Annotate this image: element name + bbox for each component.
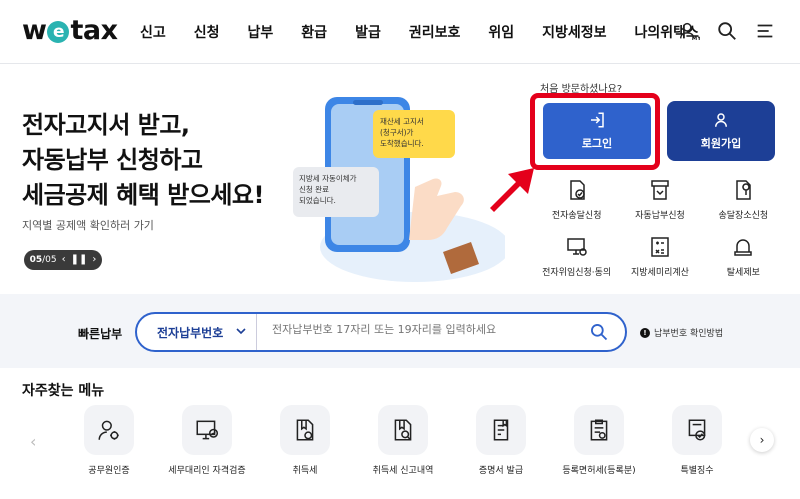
- certificate-icon: [493, 419, 509, 441]
- hero-title-line: 자동납부 신청하고: [22, 146, 203, 174]
- quick-item-label: 전자송달신청: [551, 211, 602, 221]
- hero-title-line: 전자고지서 받고,: [22, 111, 190, 139]
- frequent-menu-title: 자주찾는 메뉴: [22, 383, 105, 399]
- login-icon: [591, 112, 604, 128]
- quick-item-label: 자동납부신청: [635, 211, 685, 221]
- doc-search-icon: [394, 419, 412, 441]
- bell-icon: [734, 239, 753, 256]
- my-label: MY: [692, 36, 700, 42]
- freq-item-officer-cert[interactable]: 공무원인증: [60, 405, 158, 476]
- fast-pay-section: 빠른납부 전자납부번호 ! 납부번호 확인방법: [0, 294, 800, 368]
- payment-number-help-link[interactable]: ! 납부번호 확인방법: [640, 326, 723, 339]
- nav-item-refund[interactable]: 환급: [301, 22, 327, 42]
- monitor-check-icon: [196, 420, 219, 440]
- notice-bubble-yellow: 재산세 고지서 (청구서)가 도착했습니다.: [373, 110, 455, 158]
- chevron-down-icon: [236, 328, 246, 335]
- nav-item-issue[interactable]: 발급: [355, 22, 381, 42]
- frequent-menu-list: 공무원인증 세무대리인 자격검증 취득세 취득세 신고내역 증명서 발급 등록면…: [60, 405, 746, 476]
- carousel-prev-button[interactable]: ‹: [30, 432, 36, 451]
- special-tax-icon: [688, 419, 706, 441]
- main-nav: 신고 신청 납부 환급 발급 권리보호 위임 지방세정보 나의위택스: [140, 22, 699, 42]
- slide-counter: 05/05: [29, 255, 57, 265]
- freq-item-certificate-issue[interactable]: 증명서 발급: [452, 405, 550, 476]
- location-doc-icon: [736, 180, 752, 200]
- freq-item-registration-license-tax[interactable]: 등록면허세(등록분): [550, 405, 648, 476]
- search-icon[interactable]: [716, 20, 738, 42]
- fast-pay-label: 빠른납부: [78, 327, 123, 341]
- tax-doc-icon: [296, 419, 314, 441]
- join-label: 회원가입: [700, 137, 742, 150]
- nav-item-report[interactable]: 신고: [140, 22, 166, 42]
- payment-type-value: 전자납부번호: [157, 325, 224, 340]
- freq-item-label: 취득세 신고내역: [372, 466, 434, 476]
- slide-controls: 05/05 ‹ ❚❚ ›: [24, 250, 102, 270]
- officer-cert-icon: [98, 420, 119, 440]
- quick-item-label: 탈세제보: [726, 268, 760, 278]
- slide-prev-button[interactable]: ‹: [62, 255, 66, 265]
- quick-item-label: 전자위임신청·동의: [542, 268, 612, 278]
- freq-item-label: 등록면허세(등록분): [562, 466, 636, 476]
- quick-menu-grid: 전자송달신청 자동납부신청 송달장소신청 전자위임신청·동의 지방세미리계산 탈…: [535, 178, 785, 278]
- freq-item-special-collection[interactable]: 특별징수: [648, 405, 746, 476]
- freq-item-agent-verify[interactable]: 세무대리인 자격검증: [158, 405, 256, 476]
- search-icon[interactable]: [589, 322, 609, 342]
- hero-illustration: 재산세 고지서 (청구서)가 도착했습니다. 지방세 자동이체가 신청 완료 되…: [293, 97, 505, 282]
- quick-item-e-delivery[interactable]: 전자송달신청: [535, 178, 618, 221]
- hero-title-line: 세금공제 혜택 받으세요!: [22, 181, 264, 209]
- pointer-arrow-icon: [490, 168, 534, 212]
- join-button[interactable]: 회원가입: [667, 101, 775, 161]
- quick-item-auto-pay[interactable]: 자동납부신청: [618, 178, 701, 221]
- freq-item-acquisition-tax[interactable]: 취득세: [256, 405, 354, 476]
- slide-next-button[interactable]: ›: [92, 255, 96, 265]
- menu-icon[interactable]: [754, 20, 776, 42]
- user-icon[interactable]: MY: [678, 20, 700, 42]
- carousel-next-button[interactable]: ›: [750, 428, 774, 452]
- notice-bubble-gray: 지방세 자동이체가 신청 완료 되었습니다.: [293, 167, 379, 217]
- info-icon: !: [640, 327, 650, 338]
- hero-subtitle[interactable]: 지역별 공제액 확인하러 가기: [22, 217, 264, 233]
- header-icons: MY: [678, 20, 776, 42]
- payment-type-select[interactable]: 전자납부번호: [137, 314, 257, 350]
- auto-pay-icon: [651, 180, 669, 200]
- slide-pause-button[interactable]: ❚❚: [71, 255, 88, 265]
- nav-item-apply[interactable]: 신청: [194, 22, 220, 42]
- clipboard-icon: [590, 419, 608, 441]
- freq-item-label: 공무원인증: [88, 466, 130, 476]
- quick-item-tax-evasion-report[interactable]: 탈세제보: [702, 235, 785, 278]
- calculator-icon: [651, 237, 669, 257]
- nav-item-pay[interactable]: 납부: [248, 22, 274, 42]
- document-check-icon: [569, 180, 585, 200]
- hero-banner-text[interactable]: 전자고지서 받고, 자동납부 신청하고 세금공제 혜택 받으세요! 지역별 공제…: [22, 108, 264, 233]
- quick-item-e-delegate[interactable]: 전자위임신청·동의: [535, 235, 618, 278]
- help-label: 납부번호 확인방법: [654, 329, 724, 339]
- payment-number-input[interactable]: [272, 323, 582, 336]
- freq-item-label: 취득세: [292, 466, 318, 476]
- login-label: 로그인: [581, 137, 613, 150]
- quick-item-label: 송달장소신청: [718, 211, 769, 221]
- freq-item-acquisition-history[interactable]: 취득세 신고내역: [354, 405, 452, 476]
- freq-item-label: 특별징수: [680, 466, 714, 476]
- nav-item-local-tax-info[interactable]: 지방세정보: [542, 22, 606, 42]
- fast-pay-search-box: 전자납부번호: [135, 312, 627, 352]
- freq-item-label: 증명서 발급: [478, 466, 524, 476]
- quick-item-delivery-place[interactable]: 송달장소신청: [702, 178, 785, 221]
- nav-item-rights[interactable]: 권리보호: [409, 22, 461, 42]
- delegate-icon: [566, 238, 587, 256]
- quick-item-label: 지방세미리계산: [631, 268, 689, 278]
- login-button[interactable]: 로그인: [543, 103, 651, 159]
- quick-item-tax-calculator[interactable]: 지방세미리계산: [618, 235, 701, 278]
- nav-item-delegate[interactable]: 위임: [488, 22, 514, 42]
- freq-item-label: 세무대리인 자격검증: [168, 466, 246, 476]
- site-header: w e tax 신고 신청 납부 환급 발급 권리보호 위임 지방세정보 나의위택스…: [0, 0, 800, 64]
- wetax-logo[interactable]: w e tax: [22, 15, 118, 46]
- person-icon: [715, 113, 727, 127]
